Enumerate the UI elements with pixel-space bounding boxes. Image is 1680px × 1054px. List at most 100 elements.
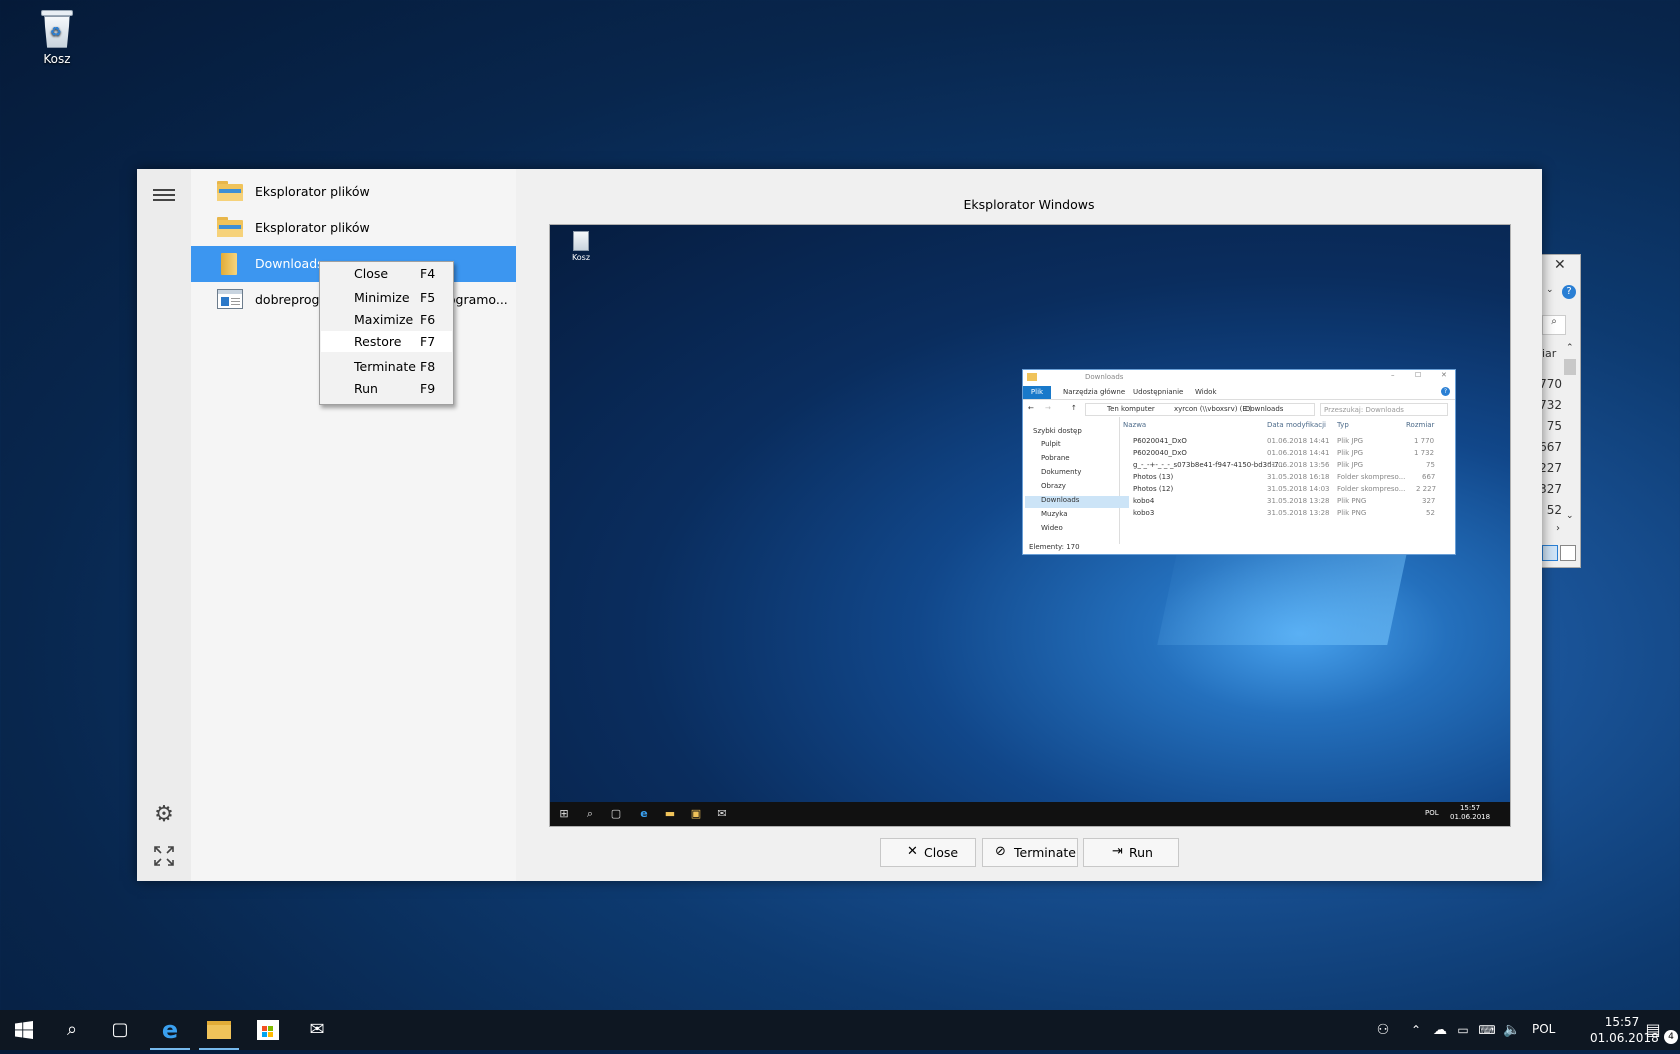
search-input: Przeszukaj: Downloads: [1320, 403, 1448, 416]
context-menu: Close F4 Minimize F5 Maximize F6 Restore…: [319, 261, 454, 405]
task-view-icon: ▢: [610, 807, 622, 820]
file-name: P6020040_DxO: [1133, 449, 1187, 457]
menu-item-shortcut: F5: [420, 290, 436, 305]
menu-item-label: Maximize: [354, 312, 414, 327]
list-item-label: Downloads: [255, 256, 324, 271]
store-icon[interactable]: [244, 1010, 292, 1050]
network-icon[interactable]: ⌨: [1476, 1010, 1498, 1050]
chevron-up-icon[interactable]: ⌃: [1404, 1010, 1428, 1050]
column-header: Typ: [1337, 421, 1349, 429]
column-header: Data modyfikacji: [1267, 421, 1326, 429]
gear-icon[interactable]: ⚙: [152, 803, 176, 827]
chevron-down-icon[interactable]: ⌄: [1546, 285, 1554, 295]
file-explorer-icon: ▬: [664, 807, 676, 820]
list-item[interactable]: Eksplorator plików: [191, 174, 516, 210]
window-preview[interactable]: Kosz Downloads – ☐ ✕ Plik Narzędzia głów…: [549, 224, 1511, 827]
tiles-view-icon[interactable]: [1560, 545, 1576, 561]
list-item[interactable]: Eksplorator plików: [191, 210, 516, 246]
window-icon: [217, 289, 243, 311]
breadcrumb-item: xyrcon (\\vboxsrv) (E:): [1174, 405, 1252, 413]
recycle-bin-label: Kosz: [43, 52, 71, 66]
file-name: P6020041_DxO: [1133, 437, 1187, 445]
search-icon[interactable]: ⌕: [48, 1010, 96, 1050]
nav-item: Pulpit: [1041, 440, 1061, 448]
clock: 15:57 01.06.2018: [1450, 804, 1490, 822]
file-date: 31.05.2018 13:28: [1267, 509, 1330, 517]
run-button[interactable]: ⇥ Run: [1083, 838, 1179, 867]
people-icon[interactable]: ⚇: [1370, 1010, 1396, 1050]
menu-item-close[interactable]: Close F4: [321, 263, 452, 284]
file-name: Photos (13): [1133, 473, 1174, 481]
file-date: 31.05.2018 16:18: [1267, 473, 1330, 481]
ribbon-tab: Widok: [1195, 388, 1217, 396]
scroll-right-icon[interactable]: ›: [1556, 523, 1560, 534]
file-type: Plik JPG: [1337, 461, 1364, 469]
menu-item-minimize[interactable]: Minimize F5: [321, 287, 452, 308]
details-view-icon[interactable]: [1542, 545, 1558, 561]
table-row: g_-_-+-_-_-_s073b8e41-f947-4150-bd3d-7..…: [1119, 461, 1455, 473]
menu-item-shortcut: F4: [420, 266, 436, 281]
background-explorer-window[interactable]: ✕ ⌄ ? ⌕ iar ⌃ 770 732 75 667 227 327 52 …: [1539, 254, 1581, 568]
menu-item-maximize[interactable]: Maximize F6: [321, 309, 452, 330]
terminate-button[interactable]: ⊘ Terminate: [982, 838, 1078, 867]
onedrive-icon[interactable]: ☁: [1428, 1010, 1452, 1050]
edge-icon: e: [640, 807, 648, 820]
table-row: Photos (13) 31.05.2018 16:18 Folder skom…: [1119, 473, 1455, 485]
menu-item-run[interactable]: Run F9: [321, 378, 452, 399]
side-rail: ⚙: [137, 169, 191, 881]
size-value: 770: [1539, 377, 1562, 391]
file-size: 75: [1426, 461, 1435, 469]
preview-taskbar: ⊞ ⌕ ▢ e ▬ ▣ ✉ POL 15:57 01.06.2018: [550, 802, 1510, 826]
file-explorer-icon[interactable]: [195, 1010, 243, 1050]
table-row: P6020040_DxO 01.06.2018 14:41 Plik JPG 1…: [1119, 449, 1455, 461]
menu-item-restore[interactable]: Restore F7: [321, 331, 452, 352]
file-size: 52: [1426, 509, 1435, 517]
file-name: Photos (12): [1133, 485, 1174, 493]
mail-icon[interactable]: ✉: [293, 1010, 341, 1050]
nav-item: Obrazy: [1041, 482, 1066, 490]
help-icon[interactable]: ?: [1562, 285, 1576, 299]
terminate-button-label: Terminate: [1014, 845, 1076, 860]
size-value: 52: [1546, 503, 1562, 517]
close-button[interactable]: ✕ Close: [880, 838, 976, 867]
volume-icon[interactable]: 🔈: [1500, 1010, 1524, 1050]
start-icon: ⊞: [559, 807, 569, 820]
file-date: 31.05.2018 13:28: [1267, 497, 1330, 505]
size-value: 327: [1539, 482, 1562, 496]
task-view-icon[interactable]: ▢: [96, 1010, 144, 1050]
fullscreen-icon[interactable]: [152, 844, 176, 868]
breadcrumb-item: Ten komputer: [1107, 405, 1155, 413]
close-icon[interactable]: ✕: [1554, 257, 1566, 273]
desktop-recycle-bin[interactable]: ♻ Kosz: [30, 8, 84, 66]
explorer-title: Downloads: [1085, 373, 1124, 381]
maximize-icon: ☐: [1415, 371, 1422, 379]
column-header: Rozmiar: [1406, 421, 1435, 429]
file-size: 1 770: [1414, 437, 1435, 445]
scrollbar-thumb[interactable]: [1564, 359, 1576, 375]
file-date: 01.06.2018 13:56: [1267, 461, 1330, 469]
scroll-down-icon[interactable]: ⌄: [1566, 511, 1574, 521]
action-center-icon[interactable]: ▤: [1640, 1010, 1666, 1050]
file-name: kobo4: [1133, 497, 1155, 505]
nav-item: Wideo: [1041, 524, 1063, 532]
language-indicator[interactable]: POL: [1532, 1022, 1555, 1036]
close-icon: ✕: [907, 844, 918, 859]
store-icon: ▣: [690, 807, 702, 820]
scroll-up-icon[interactable]: ⌃: [1566, 343, 1574, 353]
hamburger-menu-icon[interactable]: [153, 186, 175, 204]
list-item-label: Eksplorator plików: [255, 184, 370, 199]
menu-item-terminate[interactable]: Terminate F8: [321, 356, 452, 377]
column-header: Nazwa: [1123, 421, 1147, 429]
menu-item-label: Run: [354, 381, 378, 396]
start-button[interactable]: [0, 1010, 48, 1050]
battery-icon[interactable]: ▭: [1452, 1010, 1474, 1050]
task-switcher-window: ⚙ Eksplorator plików Eksplorator plików …: [137, 169, 1542, 881]
edge-icon[interactable]: e: [146, 1010, 194, 1050]
menu-item-label: Terminate: [354, 359, 416, 374]
size-value: 227: [1539, 461, 1562, 475]
up-arrow-icon: ↑: [1071, 404, 1077, 412]
explorer-status-bar: Elementy: 170: [1023, 542, 1455, 554]
explorer-address-bar: ← → ↑ Ten komputer xyrcon (\\vboxsrv) (E…: [1023, 401, 1455, 417]
search-icon[interactable]: ⌕: [1542, 315, 1566, 335]
file-list-header: Nazwa Data modyfikacji Typ Rozmiar: [1119, 421, 1455, 433]
